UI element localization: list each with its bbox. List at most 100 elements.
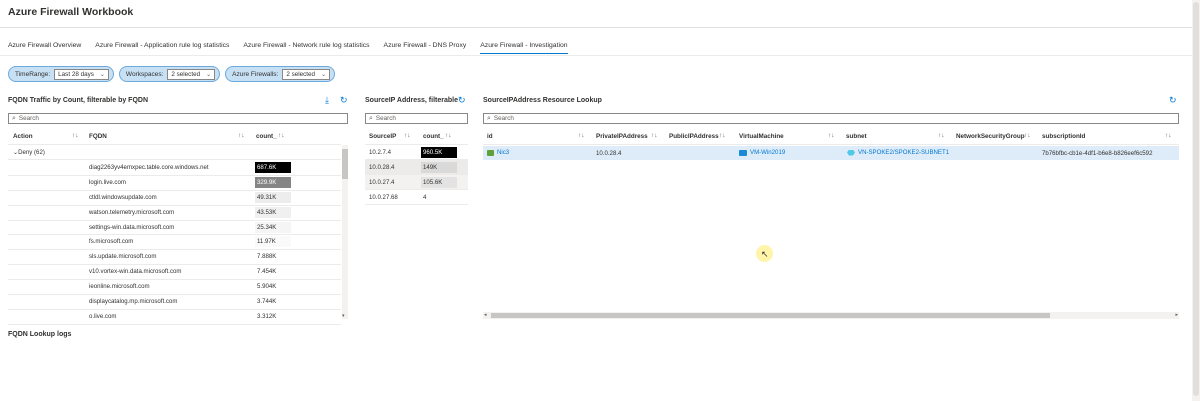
table-row[interactable]: fs.microsoft.com 11.97K: [8, 235, 341, 251]
tab-application-rule-stats[interactable]: Azure Firewall - Application rule log st…: [95, 42, 229, 54]
table-row[interactable]: Nic3 10.0.28.4 VM-Win2019 VN-SPOKE2/SPOK…: [483, 146, 1179, 160]
fqdn-search-placeholder: Search: [18, 115, 39, 122]
sort-icon[interactable]: ↑↓: [404, 132, 411, 139]
lookup-horizontal-scrollbar[interactable]: ◂ ▸: [483, 312, 1179, 319]
tab-network-rule-stats[interactable]: Azure Firewall - Network rule log statis…: [243, 42, 369, 54]
count-cell: 7.888K: [255, 251, 291, 263]
col-header-count[interactable]: count_: [256, 133, 277, 140]
table-row[interactable]: 10.0.28.4 149K: [365, 160, 468, 175]
count-cell: 105.6K: [421, 177, 457, 188]
count-cell: 687.6K: [255, 162, 291, 173]
tab-overview[interactable]: Azure Firewall Overview: [8, 42, 81, 54]
sort-icon[interactable]: ↑↓: [938, 132, 945, 139]
fqdn-cell: ieonline.microsoft.com: [89, 283, 150, 291]
param-timerange-select[interactable]: Last 28 days ⌄: [54, 68, 109, 80]
refresh-icon[interactable]: ↻: [458, 95, 466, 106]
lookup-search-input[interactable]: ⌕ Search: [483, 113, 1179, 124]
col-header-privateip[interactable]: PrivateIPAddress: [596, 133, 648, 140]
scroll-left-icon[interactable]: ◂: [484, 312, 487, 319]
sort-icon[interactable]: ↑↓: [238, 132, 245, 139]
col-header-subnet[interactable]: subnet: [846, 133, 867, 140]
param-workspaces[interactable]: Workspaces: 2 selected ⌄: [118, 66, 221, 82]
fqdn-cell: ctldl.windowsupdate.com: [89, 193, 157, 201]
col-header-nsg[interactable]: NetworkSecurityGroup: [956, 133, 1025, 140]
table-row[interactable]: 10.0.27.68 4: [365, 190, 468, 205]
sort-icon[interactable]: ↑↓: [578, 132, 585, 139]
sort-icon[interactable]: ↑↓: [278, 132, 285, 139]
private-ip-cell: 10.0.28.4: [596, 150, 622, 157]
refresh-icon[interactable]: ↻: [340, 95, 348, 106]
fqdn-lookup-title: FQDN Lookup logs: [8, 331, 72, 338]
fqdn-cell: displaycatalog.mp.microsoft.com: [89, 298, 178, 306]
count-cell: 11.97K: [255, 236, 291, 248]
sort-icon[interactable]: ↑↓: [72, 132, 79, 139]
sort-icon[interactable]: ↑↓: [445, 132, 452, 139]
pointer-icon: ↖: [761, 249, 769, 259]
download-icon[interactable]: ⤓: [325, 95, 329, 106]
scroll-down-icon[interactable]: ▾: [342, 313, 345, 319]
source-search-placeholder: Search: [375, 115, 396, 122]
col-header-vm[interactable]: VirtualMachine: [739, 133, 784, 140]
sort-icon[interactable]: ↑↓: [828, 132, 835, 139]
fqdn-cell: v10.vortex-win.data.microsoft.com: [89, 268, 182, 276]
col-header-subscription[interactable]: subscriptionId: [1042, 133, 1085, 140]
param-firewalls-value: 2 selected: [286, 70, 316, 78]
page-scrollbar[interactable]: [1192, 0, 1200, 401]
count-cell: 43.53K: [255, 206, 291, 218]
table-row[interactable]: login.live.com 329.9K: [8, 176, 341, 191]
table-row[interactable]: 10.0.27.4 105.6K: [365, 175, 468, 190]
nic-link[interactable]: Nic3: [497, 149, 509, 156]
table-row[interactable]: watson.telemetry.microsoft.com 43.53K: [8, 206, 341, 221]
lookup-panel-title: SourceIPAddress Resource Lookup: [483, 97, 602, 104]
table-row[interactable]: ctldl.windowsupdate.com 49.31K: [8, 191, 341, 206]
source-table-body: 10.2.7.4 960.5K 10.0.28.4 149K 10.0.27.4 105.…: [365, 145, 468, 205]
count-cell: 4: [423, 194, 427, 201]
parameter-bar: TimeRange: Last 28 days ⌄ Workspaces: 2 s…: [8, 66, 336, 82]
table-row[interactable]: diag2263yv4emxpec.table.core.windows.net…: [8, 161, 341, 176]
param-firewalls[interactable]: Azure Firewalls: 2 selected ⌄: [225, 66, 336, 82]
fqdn-cell: sls.update.microsoft.com: [89, 253, 157, 261]
vm-link[interactable]: VM-Win2019: [750, 149, 785, 156]
param-firewalls-select[interactable]: 2 selected ⌄: [282, 68, 331, 80]
scroll-thumb[interactable]: [342, 149, 348, 179]
scroll-right-icon[interactable]: ▸: [1175, 312, 1178, 319]
tab-dns-proxy[interactable]: Azure Firewall - DNS Proxy: [384, 42, 467, 54]
sourceip-cell: 10.0.27.4: [369, 179, 395, 186]
scroll-thumb[interactable]: [491, 313, 1050, 318]
fqdn-scrollbar[interactable]: ▾: [342, 145, 348, 319]
col-header-action[interactable]: Action: [13, 133, 33, 140]
fqdn-cell: settings-win.data.microsoft.com: [89, 223, 175, 231]
table-row[interactable]: 10.2.7.4 960.5K: [365, 145, 468, 160]
table-row[interactable]: settings-win.data.microsoft.com 25.34K: [8, 221, 341, 236]
chevron-down-icon: ⌄: [321, 71, 327, 78]
sort-icon[interactable]: ↑↓: [651, 132, 658, 139]
group-deny[interactable]: ⌄Deny (62): [13, 149, 45, 156]
param-firewalls-label: Azure Firewalls:: [232, 70, 279, 78]
table-row[interactable]: displaycatalog.mp.microsoft.com 3.744K: [8, 295, 341, 310]
col-header-id[interactable]: id: [487, 133, 493, 140]
sort-icon[interactable]: ↑↓: [1165, 132, 1172, 139]
fqdn-panel-title: FQDN Traffic by Count, filterable by FQD…: [8, 97, 149, 104]
table-row[interactable]: sls.update.microsoft.com 7.888K: [8, 250, 341, 266]
source-search-input[interactable]: ⌕ Search: [365, 113, 468, 124]
col-header-count[interactable]: count_: [423, 133, 444, 140]
sort-icon[interactable]: ↑↓: [719, 132, 726, 139]
fqdn-cell: fs.microsoft.com: [89, 238, 134, 246]
param-timerange[interactable]: TimeRange: Last 28 days ⌄: [8, 66, 114, 82]
param-workspaces-select[interactable]: 2 selected ⌄: [167, 68, 216, 80]
scroll-thumb[interactable]: [1193, 2, 1199, 396]
col-header-sourceip[interactable]: SourceIP: [369, 133, 396, 140]
col-header-fqdn[interactable]: FQDN: [89, 133, 107, 140]
sort-icon[interactable]: ↑↓: [1024, 132, 1031, 139]
table-row[interactable]: o.live.com 3.312K: [8, 310, 341, 325]
subnet-link[interactable]: VN-SPOKE2/SPOKE2-SUBNET1: [858, 149, 949, 156]
fqdn-search-input[interactable]: ⌕ Search: [8, 113, 348, 124]
col-header-publicip[interactable]: PublicIPAddress: [669, 133, 719, 140]
sourceip-cell: 10.0.28.4: [369, 164, 395, 171]
page-title: Azure Firewall Workbook: [8, 6, 134, 18]
table-row[interactable]: ieonline.microsoft.com 5.904K: [8, 280, 341, 296]
sourceip-cell: 10.2.7.4: [369, 149, 392, 156]
tab-investigation[interactable]: Azure Firewall - Investigation: [480, 42, 568, 54]
refresh-icon[interactable]: ↻: [1169, 95, 1177, 106]
table-row[interactable]: v10.vortex-win.data.microsoft.com 7.454K: [8, 265, 341, 281]
